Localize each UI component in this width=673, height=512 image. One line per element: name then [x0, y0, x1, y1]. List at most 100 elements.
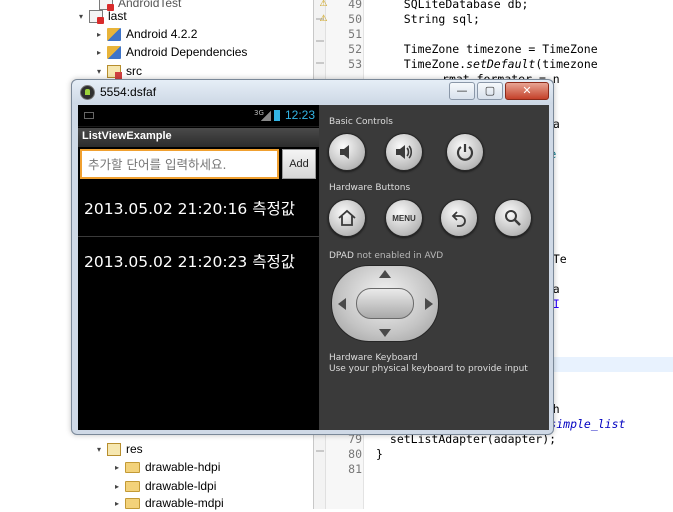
list-item[interactable]: 2013.05.02 21:20:23 측정값: [78, 237, 319, 287]
expanded-twisty-icon[interactable]: ▾: [76, 11, 86, 21]
maximize-button[interactable]: ▢: [477, 82, 503, 100]
folder-icon: [125, 497, 140, 509]
hardware-keyboard-label: Hardware Keyboard: [329, 353, 418, 363]
warning-icon[interactable]: ⚠: [318, 0, 329, 9]
code-text: TimeZone.setDefault(timezone: [403, 57, 598, 71]
collapsed-twisty-icon[interactable]: ▸: [94, 29, 104, 39]
home-icon: [338, 209, 356, 226]
emulator-titlebar[interactable]: 5554:dsfaf — ▢ ✕: [72, 80, 553, 104]
back-button[interactable]: [440, 199, 478, 237]
list-item[interactable]: 2013.05.02 21:20:16 측정값: [78, 184, 319, 234]
home-button[interactable]: [328, 199, 366, 237]
android-project-icon: [89, 9, 104, 24]
source-folder-icon: [107, 64, 122, 79]
tree-item[interactable]: ▾ last: [76, 7, 127, 25]
dpad-note: not enabled in AVD: [353, 251, 444, 261]
menu-button[interactable]: MENU: [385, 199, 423, 237]
collapsed-twisty-icon[interactable]: ▸: [112, 481, 122, 491]
tree-item[interactable]: ▸ drawable-ldpi: [112, 477, 216, 495]
word-input[interactable]: [80, 149, 279, 179]
expanded-twisty-icon[interactable]: ▾: [94, 66, 104, 76]
tree-item-label: drawable-mdpi: [145, 496, 224, 510]
minimize-button[interactable]: —: [449, 82, 475, 100]
status-bar: 3G 12:23: [78, 105, 319, 127]
search-icon: [505, 210, 521, 226]
line-number: 80: [348, 447, 362, 461]
line-number: 50: [348, 12, 362, 26]
dpad-up-arrow-icon[interactable]: [379, 270, 391, 278]
tree-item-label: res: [126, 442, 143, 456]
android-emulator-icon: [80, 85, 95, 100]
ruler-mark[interactable]: [316, 450, 324, 452]
line-number: 81: [348, 462, 362, 476]
signal-icon: [261, 111, 271, 121]
status-time: 12:23: [285, 108, 316, 122]
tree-item-label: AndroidTest: [118, 0, 182, 10]
tree-item[interactable]: ▾ res: [94, 440, 143, 458]
dpad-center-button[interactable]: [356, 288, 414, 319]
tree-item[interactable]: ▸ Android Dependencies: [94, 43, 247, 61]
search-button[interactable]: [494, 199, 532, 237]
collapsed-twisty-icon[interactable]: ▸: [94, 47, 104, 57]
collapsed-twisty-icon[interactable]: ▸: [112, 498, 122, 508]
resource-folder-icon: [107, 442, 121, 456]
code-text: }: [376, 447, 383, 461]
dpad-label: DPAD not enabled in AVD: [329, 251, 443, 261]
folder-icon: [125, 461, 140, 473]
emulator-title: 5554:dsfaf: [100, 85, 157, 99]
library-icon: [107, 27, 121, 41]
code-line[interactable]: 52 TimeZone timezone = TimeZone: [326, 42, 673, 57]
line-number: 53: [348, 57, 362, 71]
emulator-window: 5554:dsfaf — ▢ ✕ 3G 12:23 ListViewExampl…: [71, 79, 554, 435]
collapsed-twisty-icon[interactable]: ▸: [112, 462, 122, 472]
app-action-bar: ListViewExample: [78, 128, 319, 147]
tree-item-label: Android Dependencies: [126, 45, 248, 59]
volume-up-icon: [396, 145, 413, 159]
code-line[interactable]: 50 String sql;: [326, 12, 673, 27]
volume-down-icon: [340, 145, 349, 159]
library-icon: [107, 45, 121, 59]
dpad[interactable]: [331, 265, 439, 342]
tree-item[interactable]: ▸ drawable-mdpi: [112, 494, 224, 512]
line-number: 49: [348, 0, 362, 11]
notification-icon: [84, 112, 94, 119]
dpad-right-arrow-icon[interactable]: [425, 298, 433, 310]
line-number: 51: [348, 27, 362, 41]
code-line[interactable]: 49 SQLiteDatabase db;: [326, 0, 673, 12]
expanded-twisty-icon[interactable]: ▾: [94, 444, 104, 454]
ruler-mark[interactable]: [316, 40, 324, 42]
emulator-controls-panel: Basic Controls Hardware Buttons MENU DPA…: [319, 105, 549, 430]
tree-item-label: last: [108, 9, 127, 23]
dpad-left-arrow-icon[interactable]: [338, 298, 346, 310]
tree-item[interactable]: ▸ Android 4.2.2: [94, 25, 197, 43]
dpad-down-arrow-icon[interactable]: [379, 329, 391, 337]
code-line[interactable]: 53 TimeZone.setDefault(timezone: [326, 57, 673, 72]
emulator-body: 3G 12:23 ListViewExample Add 2013.05.02 …: [78, 105, 549, 430]
app-title: ListViewExample: [82, 130, 172, 142]
ruler-mark[interactable]: [316, 62, 324, 64]
tree-item[interactable]: ▸ drawable-hdpi: [112, 458, 220, 476]
close-button[interactable]: ✕: [505, 82, 549, 100]
line-number: 52: [348, 42, 362, 56]
menu-button-label: MENU: [392, 213, 416, 223]
power-button[interactable]: [446, 133, 484, 171]
folder-icon: [125, 480, 140, 492]
code-line[interactable]: 80}: [326, 447, 673, 462]
phone-screen[interactable]: 3G 12:23 ListViewExample Add 2013.05.02 …: [78, 105, 319, 430]
tree-item[interactable]: ▾ src: [94, 62, 142, 80]
code-line[interactable]: 81: [326, 462, 673, 477]
power-icon: [456, 144, 474, 161]
tree-item-label: drawable-ldpi: [145, 479, 217, 493]
volume-down-button[interactable]: [328, 133, 366, 171]
code-line[interactable]: 51: [326, 27, 673, 42]
warning-icon[interactable]: ⚠: [318, 14, 329, 24]
back-icon: [451, 211, 466, 227]
volume-up-button[interactable]: [385, 133, 423, 171]
code-text: TimeZone timezone = TimeZone: [403, 42, 598, 56]
tree-item-label: drawable-hdpi: [145, 460, 221, 474]
battery-icon: [274, 110, 280, 121]
add-button[interactable]: Add: [282, 149, 316, 179]
hardware-keyboard-note: Use your physical keyboard to provide in…: [329, 364, 528, 374]
code-text: SQLiteDatabase db;: [403, 0, 529, 11]
tree-item-label: Android 4.2.2: [126, 27, 198, 41]
